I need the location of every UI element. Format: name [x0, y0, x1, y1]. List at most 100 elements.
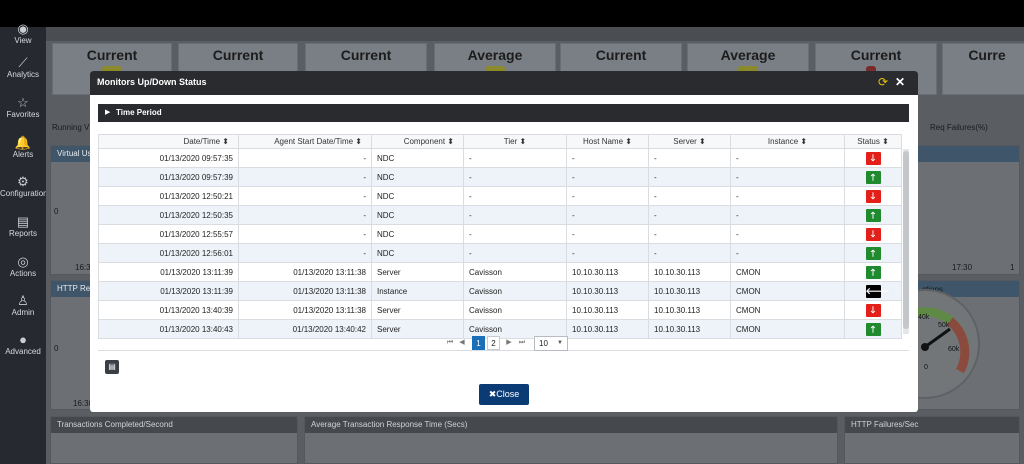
table-row[interactable]: 01/13/2020 12:50:35- NDC - - - - 🡑 — [98, 205, 902, 225]
cell-host-name: 10.10.30.113 — [566, 319, 649, 339]
column-header-agent-start[interactable]: Agent Start Date/Time ⬍ — [238, 134, 372, 149]
cell-instance: CMON — [730, 300, 845, 320]
cell-component: Instance — [371, 281, 464, 301]
report-icon: ▤ — [16, 214, 30, 229]
page-button-1[interactable]: 1 — [472, 336, 485, 350]
monitors-status-dialog: Monitors Up/Down Status ⟳ ✕ ▶ Time Perio… — [90, 71, 918, 412]
sidebar-item-reports[interactable]: ▤ Reports — [0, 214, 46, 239]
cell-agent-start: - — [238, 224, 372, 244]
close-button[interactable]: ✖Close — [479, 384, 529, 405]
cell-server: - — [648, 243, 731, 263]
cell-host-name: 10.10.30.113 — [566, 300, 649, 320]
http-failures-panel: HTTP Failures/Sec — [844, 416, 1020, 464]
cell-status: 🡑 — [844, 243, 902, 263]
sidebar-item-advanced[interactable]: ● Advanced — [0, 332, 46, 357]
sidebar-item-actions[interactable]: ◎ Actions — [0, 254, 46, 279]
cell-datetime: 01/13/2020 12:50:21 — [98, 186, 239, 206]
column-header-tier[interactable]: Tier ⬍ — [463, 134, 567, 149]
cell-agent-start: 01/13/2020 13:40:42 — [238, 319, 372, 339]
sidebar-item-label: Admin — [11, 308, 35, 317]
time-period-toggle[interactable]: ▶ Time Period — [98, 104, 909, 122]
avg-response-panel: Average Transaction Response Time (Secs) — [304, 416, 838, 464]
cell-component: NDC — [371, 148, 464, 168]
sidebar-item-label: Actions — [9, 269, 37, 278]
cell-host-name: - — [566, 243, 649, 263]
arrow-up-icon: 🡑 — [865, 246, 881, 260]
dialog-header: Monitors Up/Down Status ⟳ ✕ — [90, 71, 918, 95]
refresh-icon[interactable]: ⟳ — [878, 75, 888, 89]
column-header-datetime[interactable]: Date/Time ⬍ — [98, 134, 239, 149]
page-button-2[interactable]: 2 — [487, 336, 500, 350]
column-header-server[interactable]: Server ⬍ — [648, 134, 731, 149]
cell-server: - — [648, 205, 731, 225]
scrollbar-thumb[interactable] — [903, 151, 909, 329]
table-row[interactable]: 01/13/2020 13:11:39 01/13/2020 13:11:38 In… — [98, 281, 902, 301]
first-page-icon[interactable]: ⏮ — [445, 336, 455, 350]
cell-status: 🡑 — [844, 167, 902, 187]
kpi-title: Current — [340, 47, 392, 63]
cell-status: 🡑 — [844, 205, 902, 225]
sidebar-item-alerts[interactable]: 🔔 Alerts — [0, 135, 46, 160]
axis-zero-label: 0 — [54, 344, 59, 353]
page-size-select[interactable]: 10 ▼ — [534, 336, 568, 351]
table-row[interactable]: 01/13/2020 13:40:39 01/13/2020 13:11:38 Se… — [98, 300, 902, 320]
close-icon[interactable]: ✕ — [895, 75, 905, 89]
table-row[interactable]: 01/13/2020 13:40:43 01/13/2020 13:40:42 Se… — [98, 319, 902, 339]
cell-tier: - — [463, 186, 567, 206]
table-row[interactable]: 01/13/2020 09:57:35- NDC - - - - 🡓 — [98, 148, 902, 168]
sidebar-item-label: Advanced — [5, 347, 41, 356]
table-row[interactable]: 01/13/2020 09:57:39- NDC - - - - 🡑 — [98, 167, 902, 187]
sidebar-item-view[interactable]: ◉ View — [0, 21, 46, 46]
prev-page-icon[interactable]: ◀ — [457, 336, 467, 350]
panel-title: HTTP Failures/Sec — [845, 417, 1019, 433]
cell-status: 🡐 — [844, 281, 902, 301]
chart-line-icon: ⟋ — [18, 55, 28, 70]
cell-tier: Cavisson — [463, 262, 567, 282]
table-row[interactable]: 01/13/2020 12:56:01- NDC - - - - 🡑 — [98, 243, 902, 263]
sidebar-item-label: Alerts — [12, 150, 34, 159]
cell-host-name: 10.10.30.113 — [566, 281, 649, 301]
last-page-icon[interactable]: ⏭ — [517, 336, 527, 350]
sidebar-item-favorites[interactable]: ☆ Favorites — [0, 95, 46, 120]
cell-datetime: 01/13/2020 09:57:35 — [98, 148, 239, 168]
table-scrollbar[interactable] — [903, 149, 909, 334]
cell-tier: - — [463, 167, 567, 187]
bell-icon: 🔔 — [14, 135, 32, 150]
cell-datetime: 01/13/2020 13:40:43 — [98, 319, 239, 339]
column-header-host-name[interactable]: Host Name ⬍ — [566, 134, 649, 149]
cell-agent-start: - — [238, 148, 372, 168]
cell-component: Server — [371, 262, 464, 282]
arrow-down-icon: 🡓 — [865, 189, 881, 203]
column-header-status[interactable]: Status ⬍ — [844, 134, 902, 149]
cell-instance: - — [730, 243, 845, 263]
kpi-title: Current — [212, 47, 264, 63]
table-row[interactable]: 01/13/2020 13:11:39 01/13/2020 13:11:38 Se… — [98, 262, 902, 282]
gauge-tick: 60k — [948, 346, 960, 353]
sidebar-item-admin[interactable]: ♙ Admin — [0, 293, 46, 318]
cell-tier: - — [463, 205, 567, 225]
cell-datetime: 01/13/2020 13:40:39 — [98, 300, 239, 320]
arrow-up-icon: 🡑 — [865, 322, 881, 336]
kpi-title: Curre — [968, 47, 1006, 63]
column-header-component[interactable]: Component ⬍ — [371, 134, 464, 149]
cell-agent-start: 01/13/2020 13:11:38 — [238, 300, 372, 320]
column-header-instance[interactable]: Instance ⬍ — [730, 134, 845, 149]
table-row[interactable]: 01/13/2020 12:50:21- NDC - - - - 🡓 — [98, 186, 902, 206]
arrow-up-icon: 🡑 — [865, 265, 881, 279]
cell-status: 🡓 — [844, 224, 902, 244]
table-row[interactable]: 01/13/2020 12:55:57- NDC - - - - 🡓 — [98, 224, 902, 244]
sidebar-item-configuration[interactable]: ⚙ Configuration — [0, 174, 48, 199]
cell-instance: - — [730, 224, 845, 244]
cell-status: 🡓 — [844, 148, 902, 168]
kpi-tile[interactable]: Curre — [942, 43, 1024, 95]
panel-title: Average Transaction Response Time (Secs) — [305, 417, 837, 433]
gauge-value: 0 — [924, 364, 928, 371]
export-file-icon[interactable]: ▤ — [105, 360, 119, 374]
transactions-panel: Transactions Completed/Second — [50, 416, 298, 464]
status-table: Date/Time ⬍ Agent Start Date/Time ⬍ Comp… — [98, 134, 902, 339]
sidebar-item-analytics[interactable]: ⟋ Analytics — [0, 55, 46, 80]
kpi-title: Average — [720, 47, 776, 63]
next-page-icon[interactable]: ▶ — [504, 336, 514, 350]
gauge-tick: 50k — [938, 322, 950, 329]
cell-datetime: 01/13/2020 12:50:35 — [98, 205, 239, 225]
